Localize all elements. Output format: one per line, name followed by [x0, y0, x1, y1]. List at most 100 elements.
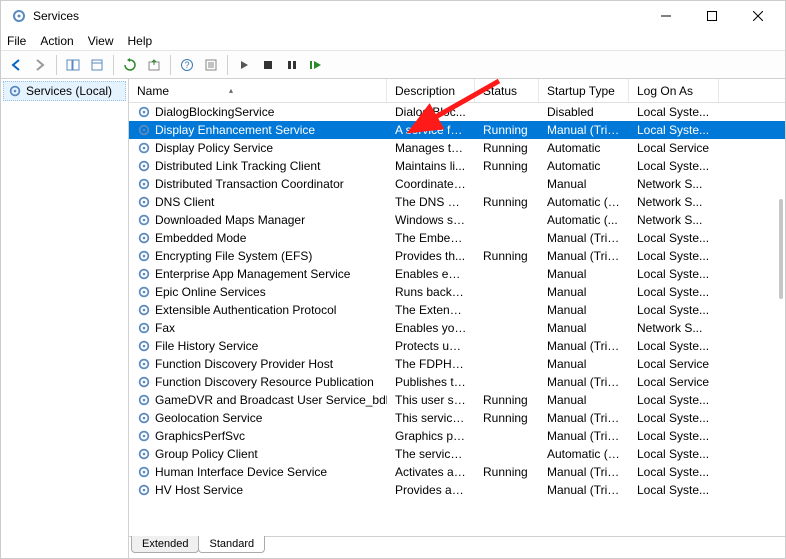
service-logon: Local Syste... — [629, 483, 719, 497]
export-list-button[interactable] — [86, 54, 108, 76]
service-description: Enables you... — [387, 321, 475, 335]
service-row[interactable]: Downloaded Maps ManagerWindows se...Auto… — [129, 211, 785, 229]
service-description: Provides an ... — [387, 483, 475, 497]
service-row[interactable]: Human Interface Device ServiceActivates … — [129, 463, 785, 481]
service-startup: Manual — [539, 285, 629, 299]
service-logon: Local Syste... — [629, 105, 719, 119]
service-status: Running — [475, 195, 539, 209]
scrollbar[interactable] — [779, 199, 783, 299]
list-body[interactable]: DialogBlockingServiceDialog Bloc...Disab… — [129, 103, 785, 536]
back-button[interactable] — [5, 54, 27, 76]
service-row[interactable]: DNS ClientThe DNS Cli...RunningAutomatic… — [129, 193, 785, 211]
service-name: Display Enhancement Service — [155, 123, 315, 137]
service-row[interactable]: Display Enhancement ServiceA service fo.… — [129, 121, 785, 139]
service-row[interactable]: Distributed Link Tracking Client Maintain… — [129, 157, 785, 175]
service-startup: Manual — [539, 357, 629, 371]
service-startup: Automatic (T... — [539, 195, 629, 209]
service-logon: Local Syste... — [629, 285, 719, 299]
service-logon: Local Syste... — [629, 123, 719, 137]
service-row[interactable]: Encrypting File System (EFS)Provides th.… — [129, 247, 785, 265]
start-service-button[interactable] — [233, 54, 255, 76]
service-name: Distributed Link Tracking Client — [155, 159, 320, 173]
service-description: Graphics pe... — [387, 429, 475, 443]
service-logon: Local Syste... — [629, 393, 719, 407]
service-startup: Manual (Trig... — [539, 375, 629, 389]
column-header-startup[interactable]: Startup Type — [539, 79, 629, 102]
service-name: DialogBlockingService — [155, 105, 274, 119]
service-name: Distributed Transaction Coordinator — [155, 177, 344, 191]
service-description: Maintains li... — [387, 159, 475, 173]
forward-button[interactable] — [29, 54, 51, 76]
export-button[interactable] — [143, 54, 165, 76]
service-row[interactable]: Function Discovery Provider HostThe FDPH… — [129, 355, 785, 373]
service-name: DNS Client — [155, 195, 214, 209]
service-row[interactable]: GameDVR and Broadcast User Service_bdbf9… — [129, 391, 785, 409]
restart-service-button[interactable] — [305, 54, 327, 76]
service-row[interactable]: Display Policy ServiceManages th...Runni… — [129, 139, 785, 157]
service-startup: Manual (Trig... — [539, 123, 629, 137]
gear-icon — [137, 213, 151, 227]
close-button[interactable] — [735, 1, 781, 31]
service-logon: Network S... — [629, 321, 719, 335]
service-status: Running — [475, 123, 539, 137]
menu-help[interactable]: Help — [128, 34, 153, 48]
column-header-description[interactable]: Description — [387, 79, 475, 102]
service-row[interactable]: File History ServiceProtects use...Manua… — [129, 337, 785, 355]
service-logon: Local Syste... — [629, 159, 719, 173]
service-startup: Manual (Trig... — [539, 231, 629, 245]
tree-node-services-local[interactable]: Services (Local) — [3, 81, 126, 101]
service-logon: Local Syste... — [629, 429, 719, 443]
service-startup: Automatic (... — [539, 213, 629, 227]
column-header-logon[interactable]: Log On As — [629, 79, 719, 102]
gear-icon — [137, 159, 151, 173]
service-row[interactable]: Function Discovery Resource PublicationP… — [129, 373, 785, 391]
refresh-button[interactable] — [119, 54, 141, 76]
minimize-button[interactable] — [643, 1, 689, 31]
list-pane: Name▴ Description Status Startup Type Lo… — [129, 79, 785, 558]
service-logon: Local Syste... — [629, 447, 719, 461]
service-row[interactable]: Group Policy ClientThe service i...Autom… — [129, 445, 785, 463]
service-status: Running — [475, 393, 539, 407]
service-row[interactable]: HV Host ServiceProvides an ...Manual (Tr… — [129, 481, 785, 499]
service-row[interactable]: GraphicsPerfSvcGraphics pe...Manual (Tri… — [129, 427, 785, 445]
service-logon: Local Service — [629, 375, 719, 389]
service-status: Running — [475, 141, 539, 155]
service-row[interactable]: Geolocation ServiceThis service ...Runni… — [129, 409, 785, 427]
service-logon: Network S... — [629, 177, 719, 191]
pause-service-button[interactable] — [281, 54, 303, 76]
column-header-status[interactable]: Status — [475, 79, 539, 102]
service-name: Embedded Mode — [155, 231, 246, 245]
tab-standard[interactable]: Standard — [198, 536, 265, 553]
menu-action[interactable]: Action — [40, 34, 73, 48]
service-name: Extensible Authentication Protocol — [155, 303, 336, 317]
properties-button[interactable] — [200, 54, 222, 76]
column-header-name[interactable]: Name▴ — [129, 79, 387, 102]
service-description: Activates an... — [387, 465, 475, 479]
gear-icon — [137, 339, 151, 353]
service-logon: Local Service — [629, 357, 719, 371]
service-row[interactable]: Epic Online ServicesRuns backg...ManualL… — [129, 283, 785, 301]
gear-icon — [137, 303, 151, 317]
service-name: GraphicsPerfSvc — [155, 429, 245, 443]
show-hide-tree-button[interactable] — [62, 54, 84, 76]
service-description: This service ... — [387, 411, 475, 425]
service-name: Function Discovery Resource Publication — [155, 375, 374, 389]
service-row[interactable]: Embedded ModeThe Embed...Manual (Trig...… — [129, 229, 785, 247]
service-row[interactable]: Enterprise App Management ServiceEnables… — [129, 265, 785, 283]
menu-view[interactable]: View — [88, 34, 114, 48]
service-row[interactable]: FaxEnables you...ManualNetwork S... — [129, 319, 785, 337]
service-row[interactable]: Extensible Authentication ProtocolThe Ex… — [129, 301, 785, 319]
service-row[interactable]: DialogBlockingServiceDialog Bloc...Disab… — [129, 103, 785, 121]
stop-service-button[interactable] — [257, 54, 279, 76]
menu-file[interactable]: File — [7, 34, 26, 48]
service-row[interactable]: Distributed Transaction CoordinatorCoord… — [129, 175, 785, 193]
tab-extended[interactable]: Extended — [131, 536, 199, 553]
service-name: Geolocation Service — [155, 411, 262, 425]
help-button[interactable]: ? — [176, 54, 198, 76]
service-logon: Local Syste... — [629, 339, 719, 353]
service-startup: Manual (Trig... — [539, 483, 629, 497]
maximize-button[interactable] — [689, 1, 735, 31]
service-name: Downloaded Maps Manager — [155, 213, 305, 227]
service-startup: Automatic — [539, 141, 629, 155]
gear-icon — [137, 375, 151, 389]
